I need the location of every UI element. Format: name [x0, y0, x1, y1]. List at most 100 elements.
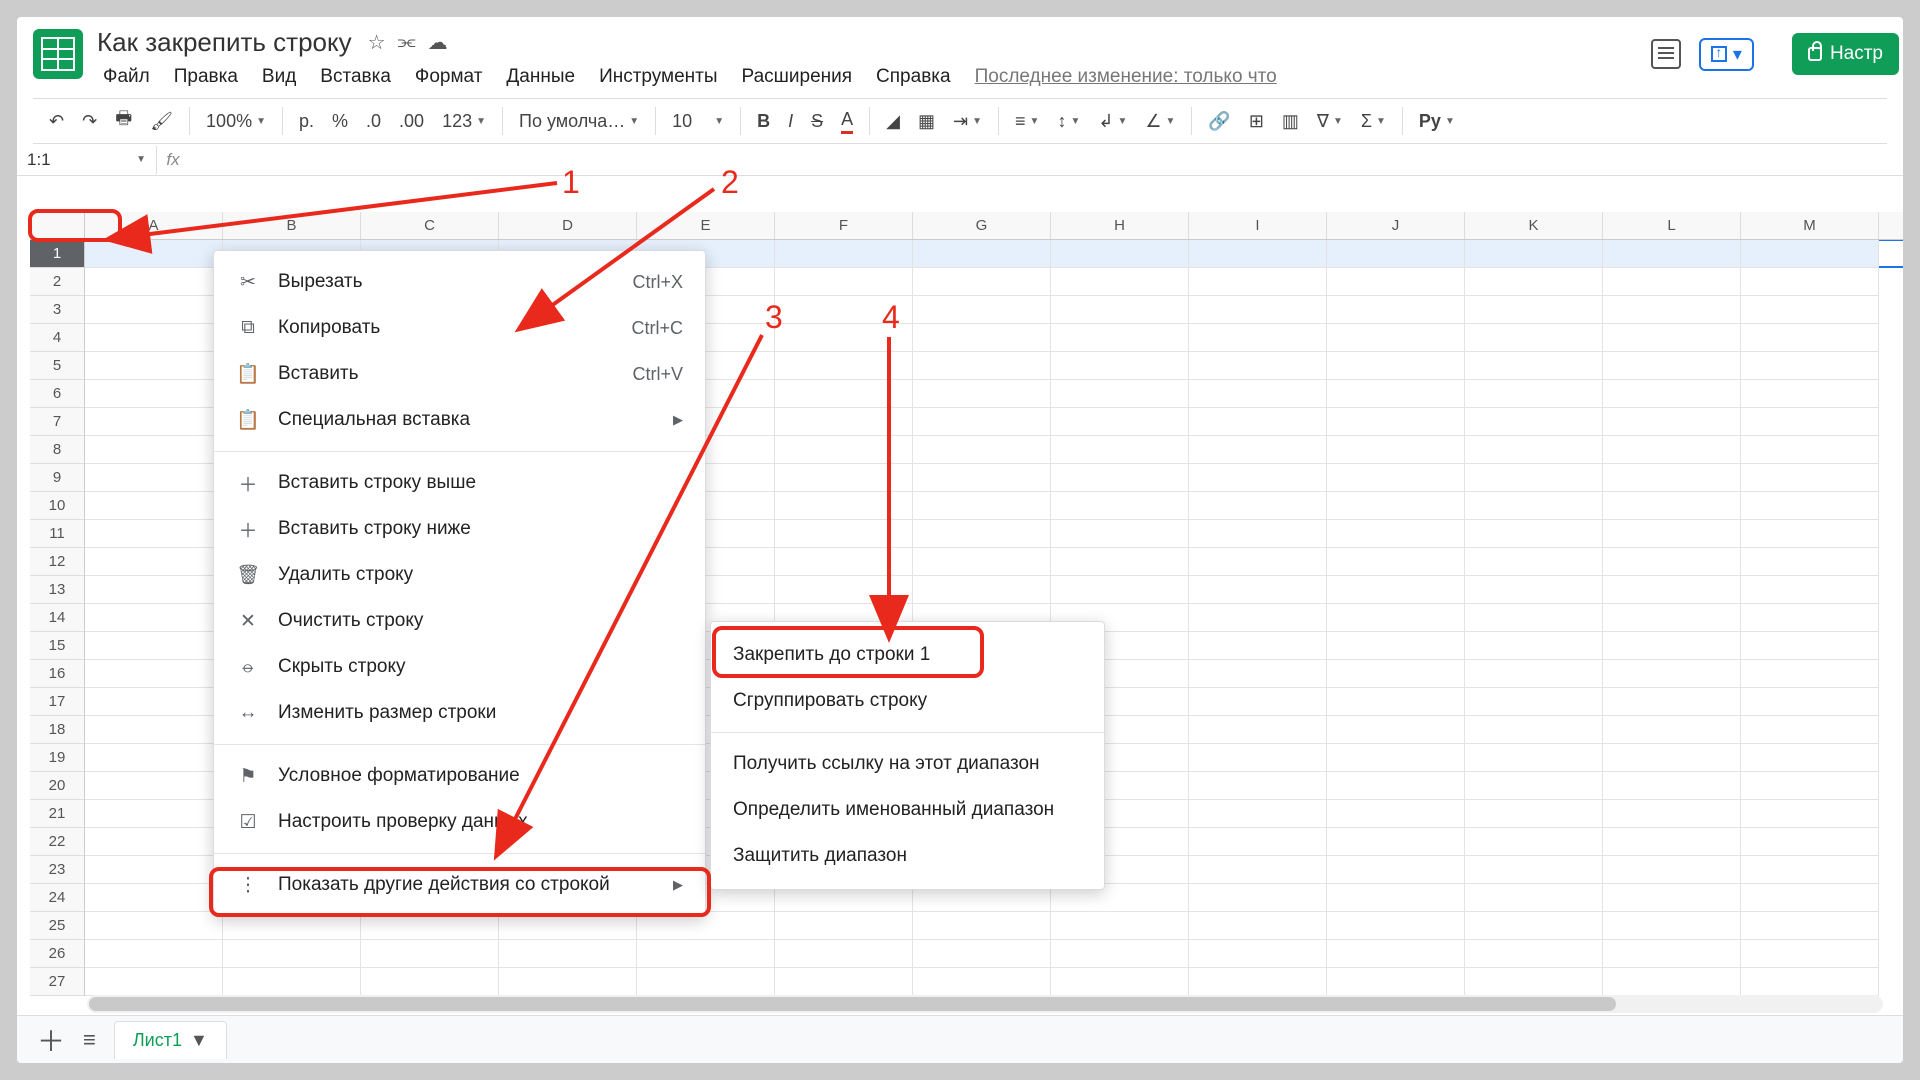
wrap-button[interactable]: ↲▼ [1092, 107, 1133, 136]
context-menu-item[interactable]: ＋Вставить строку ниже [214, 506, 705, 552]
row-header-3[interactable]: 3 [30, 296, 85, 324]
cell[interactable] [1327, 660, 1465, 688]
cell[interactable] [1741, 660, 1879, 688]
cell[interactable] [499, 940, 637, 968]
submenu-item[interactable]: Закрепить до строки 1 [711, 632, 1104, 678]
cell[interactable] [85, 324, 223, 352]
strike-button[interactable]: S [805, 107, 829, 136]
row-header-21[interactable]: 21 [30, 800, 85, 828]
cell[interactable] [1741, 940, 1879, 968]
cell[interactable] [1189, 352, 1327, 380]
column-header-B[interactable]: B [223, 212, 361, 239]
star-icon[interactable]: ☆ [368, 30, 386, 55]
row-header-12[interactable]: 12 [30, 548, 85, 576]
cell[interactable] [1327, 576, 1465, 604]
menu-format[interactable]: Формат [405, 62, 493, 92]
submenu-item[interactable]: Получить ссылку на этот диапазон [711, 741, 1104, 787]
column-header-F[interactable]: F [775, 212, 913, 239]
cloud-icon[interactable]: ☁ [428, 30, 448, 55]
cell[interactable] [1051, 352, 1189, 380]
py-button[interactable]: Py▼ [1413, 107, 1461, 136]
cell[interactable] [913, 436, 1051, 464]
row-header-24[interactable]: 24 [30, 884, 85, 912]
name-box[interactable]: 1:1▼ [17, 146, 157, 174]
paint-format-button[interactable]: 🖌 [144, 107, 179, 136]
cell[interactable] [85, 604, 223, 632]
column-header-I[interactable]: I [1189, 212, 1327, 239]
cell[interactable] [1051, 912, 1189, 940]
undo-button[interactable]: ↶ [43, 107, 70, 136]
cell[interactable] [361, 968, 499, 996]
row-header-13[interactable]: 13 [30, 576, 85, 604]
cell[interactable] [1741, 772, 1879, 800]
menu-tools[interactable]: Инструменты [589, 62, 727, 92]
cell[interactable] [1465, 800, 1603, 828]
context-menu-item[interactable]: 🗑Удалить строку [214, 552, 705, 598]
cell[interactable] [1741, 436, 1879, 464]
row-header-18[interactable]: 18 [30, 716, 85, 744]
last-edit-link[interactable]: Последнее изменение: только что [965, 62, 1287, 92]
row-header-26[interactable]: 26 [30, 940, 85, 968]
context-menu-item[interactable]: ✕Очистить строку [214, 598, 705, 644]
cell[interactable] [775, 268, 913, 296]
cell[interactable] [1189, 744, 1327, 772]
cell[interactable] [1603, 968, 1741, 996]
cell[interactable] [1327, 352, 1465, 380]
cell[interactable] [775, 520, 913, 548]
functions-button[interactable]: Σ▼ [1355, 107, 1392, 136]
cell[interactable] [1465, 240, 1603, 268]
cell[interactable] [1189, 912, 1327, 940]
row-header-11[interactable]: 11 [30, 520, 85, 548]
cell[interactable] [1603, 380, 1741, 408]
cell[interactable] [913, 408, 1051, 436]
cell[interactable] [1603, 940, 1741, 968]
cell[interactable] [1189, 716, 1327, 744]
row-header-27[interactable]: 27 [30, 968, 85, 996]
cell[interactable] [637, 940, 775, 968]
cell[interactable] [1327, 912, 1465, 940]
cell[interactable] [1465, 268, 1603, 296]
cell[interactable] [1327, 408, 1465, 436]
sheets-logo[interactable] [33, 29, 83, 79]
cell[interactable] [1741, 632, 1879, 660]
cell[interactable] [223, 940, 361, 968]
cell[interactable] [1465, 912, 1603, 940]
cell[interactable] [1327, 436, 1465, 464]
cell[interactable] [775, 436, 913, 464]
cell[interactable] [1741, 520, 1879, 548]
row-header-25[interactable]: 25 [30, 912, 85, 940]
cell[interactable] [1465, 632, 1603, 660]
cell[interactable] [1051, 968, 1189, 996]
cell[interactable] [85, 660, 223, 688]
format-select[interactable]: 123▼ [436, 107, 492, 136]
cell[interactable] [1051, 296, 1189, 324]
present-button[interactable]: ▾ [1699, 38, 1754, 71]
cell[interactable] [1327, 296, 1465, 324]
cell[interactable] [1051, 464, 1189, 492]
cell[interactable] [1603, 660, 1741, 688]
cell[interactable] [1189, 576, 1327, 604]
cell[interactable] [1327, 716, 1465, 744]
cell[interactable] [1051, 548, 1189, 576]
cell[interactable] [85, 940, 223, 968]
cell[interactable] [1741, 912, 1879, 940]
cell[interactable] [913, 296, 1051, 324]
menu-insert[interactable]: Вставка [310, 62, 401, 92]
redo-button[interactable]: ↷ [76, 107, 103, 136]
cell[interactable] [1465, 352, 1603, 380]
cell[interactable] [913, 548, 1051, 576]
row-header-17[interactable]: 17 [30, 688, 85, 716]
cell[interactable] [85, 548, 223, 576]
cell[interactable] [361, 940, 499, 968]
menu-data[interactable]: Данные [496, 62, 585, 92]
cell[interactable] [1741, 268, 1879, 296]
cell[interactable] [913, 352, 1051, 380]
row-header-4[interactable]: 4 [30, 324, 85, 352]
cell[interactable] [913, 912, 1051, 940]
merge-button[interactable]: ⇥▼ [947, 107, 988, 136]
cell[interactable] [1741, 464, 1879, 492]
cell[interactable] [1327, 548, 1465, 576]
cell[interactable] [1189, 940, 1327, 968]
italic-button[interactable]: I [782, 107, 799, 136]
cell[interactable] [1603, 436, 1741, 464]
